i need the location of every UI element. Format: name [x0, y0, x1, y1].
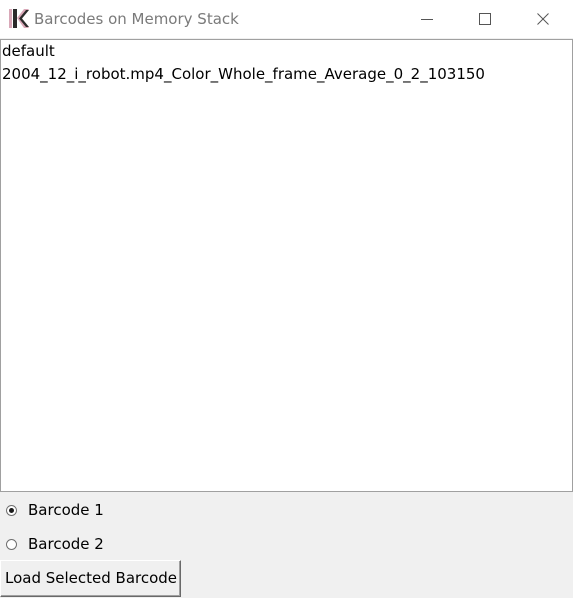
radio-button-unchecked[interactable]: [6, 538, 17, 550]
minimize-button[interactable]: [398, 0, 456, 38]
window-title: Barcodes on Memory Stack: [34, 10, 239, 28]
app-logo-icon: [9, 8, 30, 29]
radio-label: Barcode 2: [28, 535, 104, 553]
radio-label: Barcode 1: [28, 501, 104, 519]
radio-barcode-1[interactable]: Barcode 1: [0, 497, 104, 523]
list-item[interactable]: default: [1, 40, 572, 63]
maximize-button[interactable]: [456, 0, 514, 38]
title-bar[interactable]: Barcodes on Memory Stack: [0, 0, 573, 38]
minimize-icon: [421, 10, 433, 29]
radio-barcode-2[interactable]: Barcode 2: [0, 531, 104, 557]
list-item[interactable]: 2004_12_i_robot.mp4_Color_Whole_frame_Av…: [1, 63, 572, 86]
barcode-listbox[interactable]: default 2004_12_i_robot.mp4_Color_Whole_…: [0, 39, 573, 492]
close-icon: [537, 10, 549, 29]
maximize-icon: [479, 10, 491, 29]
load-selected-barcode-button[interactable]: Load Selected Barcode: [0, 560, 181, 597]
radio-button-checked[interactable]: [6, 504, 17, 516]
app-window: Barcodes on Memory Stack default 2004_12…: [0, 0, 573, 598]
close-button[interactable]: [514, 0, 572, 38]
